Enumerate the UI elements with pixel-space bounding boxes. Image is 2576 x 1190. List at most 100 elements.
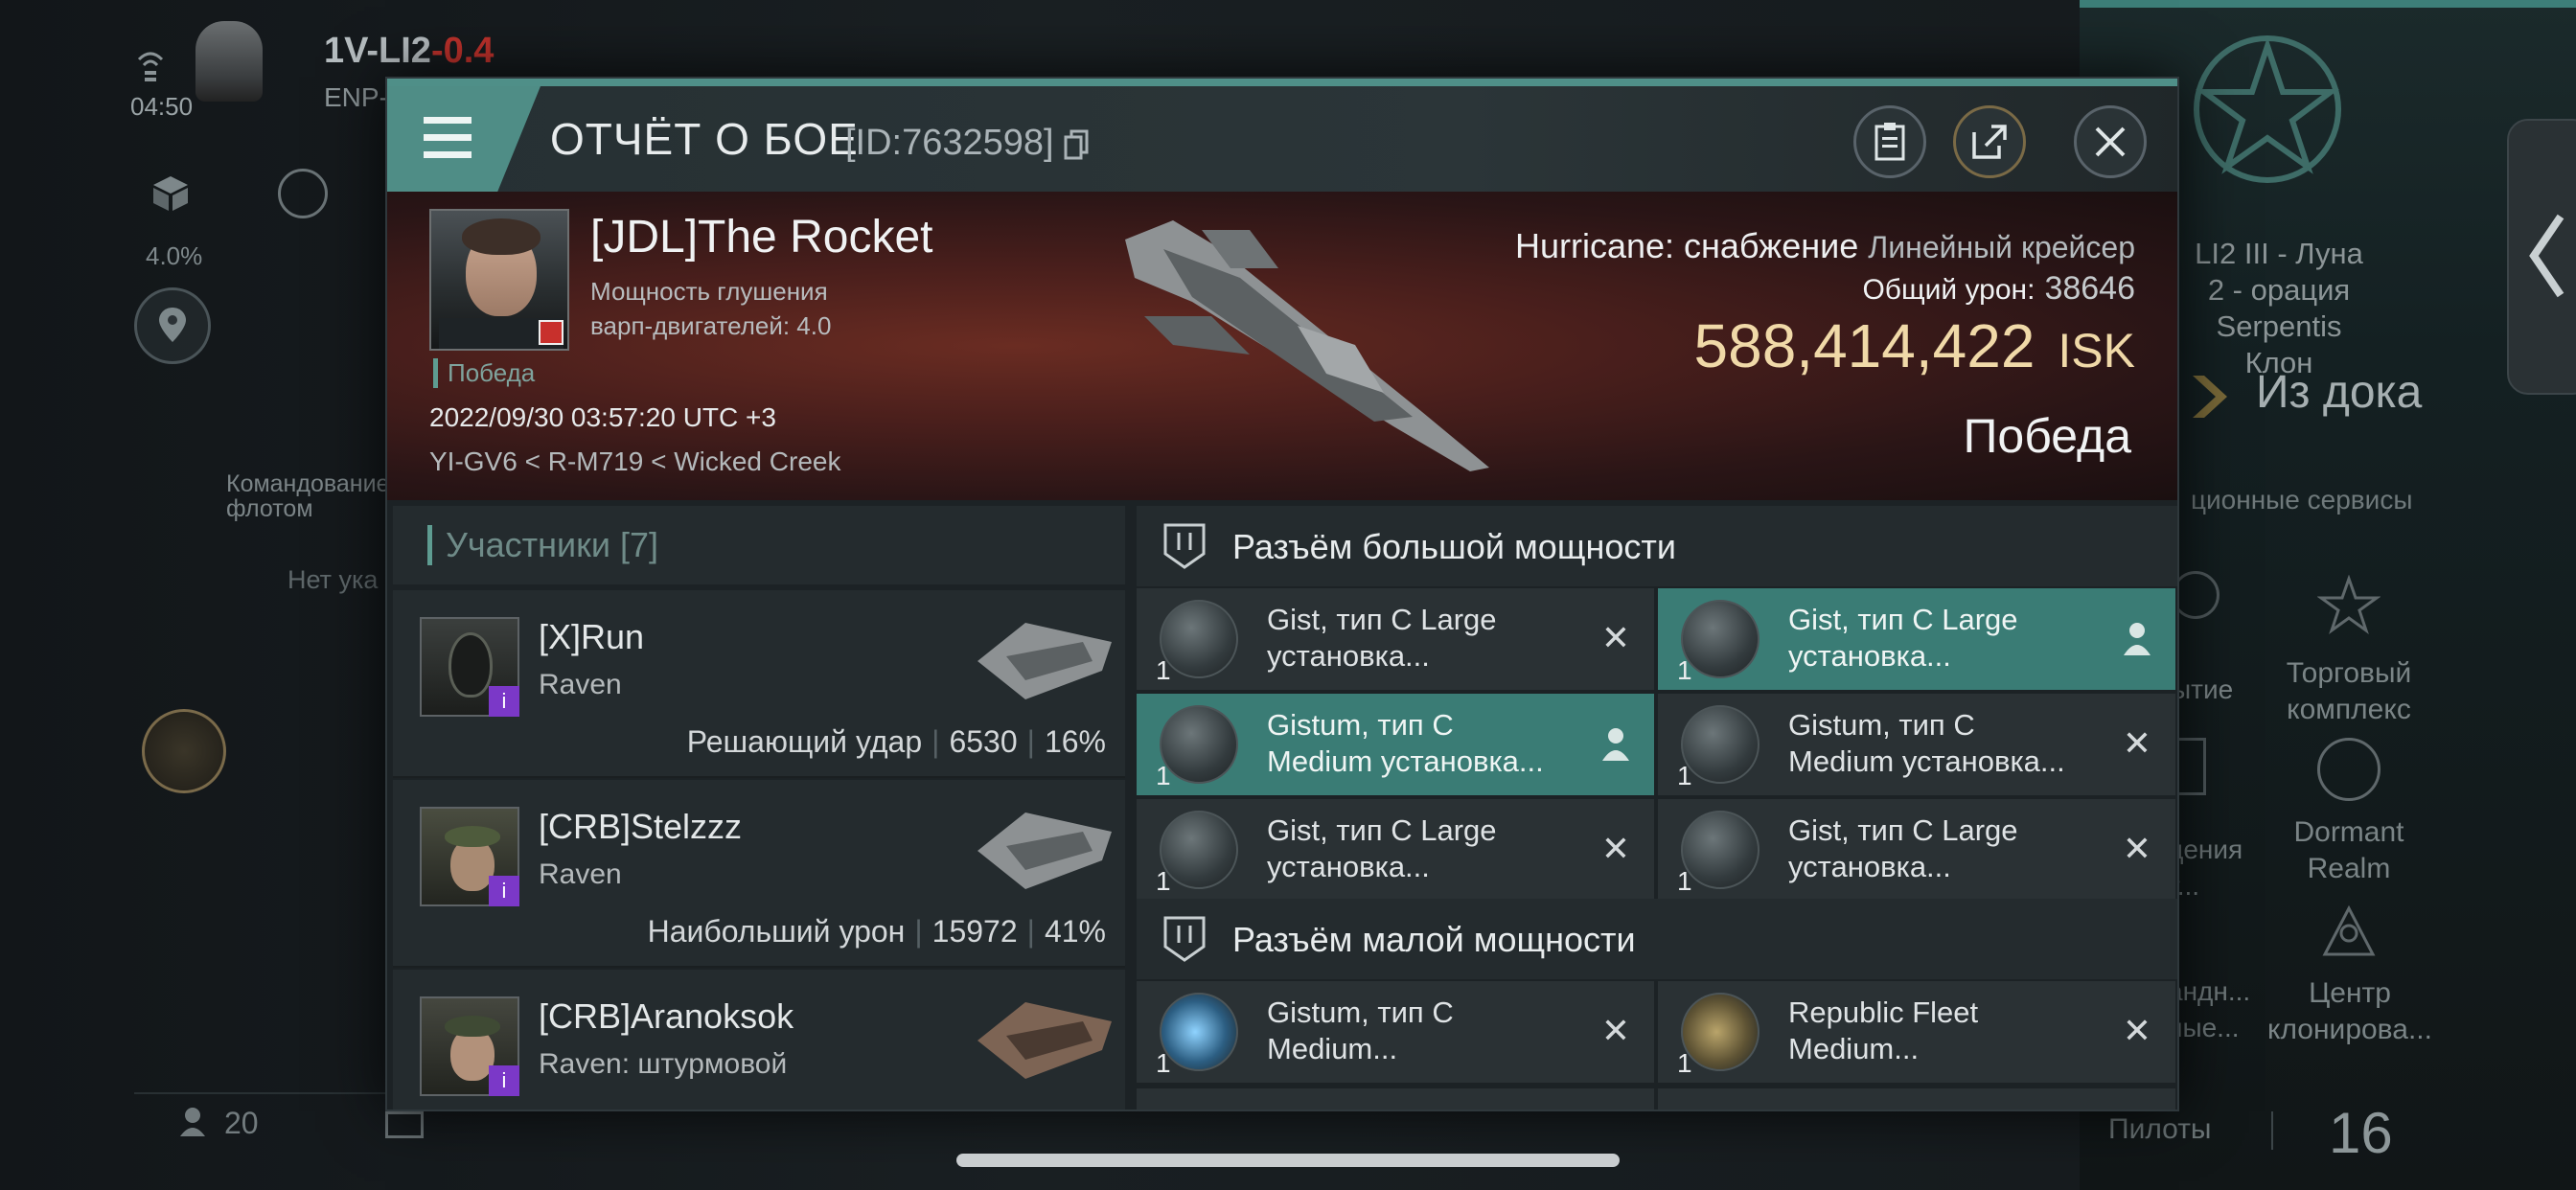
- module-name: Gistum, тип C Medium установка...: [1788, 708, 2065, 778]
- overview-icon[interactable]: [278, 169, 328, 218]
- participant-role: Решающий удар: [686, 724, 923, 759]
- menu-button[interactable]: [387, 86, 540, 192]
- victory-tag: Победа: [433, 358, 535, 388]
- station-services-label: ционные сервисы: [2191, 485, 2413, 515]
- total-damage: Общий урон: 38646: [1862, 270, 2135, 308]
- module-slot-partial[interactable]: [1658, 1088, 2175, 1110]
- participant-percent: 16%: [1044, 724, 1106, 759]
- clipboard-button[interactable]: [1853, 105, 1926, 178]
- shield-module-icon: [1160, 811, 1238, 889]
- low-slot-icon: [1163, 916, 1206, 962]
- undock-label: Из дока: [2256, 367, 2423, 418]
- module-slot[interactable]: 1 Republic Fleet Medium... ✕: [1658, 981, 2175, 1083]
- shield-module-icon: [1681, 811, 1760, 889]
- security-status: -0.4: [430, 31, 494, 71]
- module-quantity: 1: [1677, 761, 1692, 790]
- mail-icon[interactable]: [385, 1111, 424, 1138]
- system-name[interactable]: 1V-LI2-0.4: [324, 31, 494, 72]
- combat-report-dialog: ОТЧЁТ О БОЕ [ID:7632598] [JDL]The Rocket…: [385, 77, 2179, 1111]
- module-slot[interactable]: 1 Gist, тип C Large установка...: [1658, 588, 2175, 690]
- repair-module-icon: [1681, 993, 1760, 1071]
- high-slot-header: Разъём большой мощности: [1137, 506, 2177, 586]
- kill-location[interactable]: YI-GV6 < R-M719 < Wicked Creek: [429, 446, 840, 477]
- dormant-realm-icon[interactable]: [2317, 738, 2380, 801]
- region-prefix: ENP-: [324, 82, 388, 112]
- module-quantity: 1: [1677, 655, 1692, 685]
- participant-row[interactable]: i [CRB]Stelzzz Raven Наибольший урон | 159…: [393, 780, 1125, 968]
- module-quantity: 1: [1156, 761, 1171, 790]
- victim-banner: [JDL]The Rocket Мощность глушения варп-д…: [387, 192, 2177, 500]
- isk-amount: 588,414,422: [1693, 311, 2036, 380]
- hostile-badge: [539, 320, 564, 345]
- high-slot-icon: [1163, 523, 1206, 569]
- station-panel-accent: [2080, 0, 2576, 8]
- participants-header: Участники [7]: [393, 506, 1125, 584]
- capacitor-module-icon: [1160, 993, 1238, 1071]
- battle-result: Победа: [1963, 409, 2131, 463]
- victim-name[interactable]: [JDL]The Rocket: [590, 211, 932, 263]
- captain-avatar[interactable]: [196, 21, 263, 102]
- local-members-icon: [178, 1106, 207, 1138]
- undock-button[interactable]: Из дока: [2187, 364, 2474, 427]
- close-icon: [2095, 126, 2126, 157]
- module-slot[interactable]: 1 Gist, тип C Large установка... ✕: [1137, 588, 1654, 690]
- clone-center-icon[interactable]: [2317, 901, 2380, 964]
- dialog-accent-bar: [387, 79, 2177, 86]
- share-button[interactable]: [1953, 105, 2026, 178]
- close-button[interactable]: [2074, 105, 2147, 178]
- dialog-title: ОТЧЁТ О БОЕ: [550, 114, 859, 164]
- module-slot[interactable]: 1 Gist, тип C Large установка... ✕: [1137, 799, 1654, 901]
- service-label-2: Торговый комплекс: [2286, 657, 2412, 725]
- total-damage-label: Общий урон:: [1862, 274, 2036, 306]
- module-quantity: 1: [1677, 866, 1692, 896]
- destroyed-icon: ✕: [1600, 829, 1631, 868]
- module-slot[interactable]: 1 Gistum, тип C Medium установка...: [1137, 694, 1654, 795]
- participant-ship: Raven: [539, 858, 622, 890]
- pilots-count[interactable]: 16: [2329, 1100, 2393, 1166]
- module-name: Republic Fleet Medium...: [1788, 995, 1979, 1065]
- warp-jam-strength: Мощность глушения варп-двигателей: 4.0: [590, 277, 832, 340]
- module-name: Gistum, тип C Medium...: [1267, 995, 1454, 1065]
- participant-name: [CRB]Stelzzz: [539, 807, 743, 846]
- signal-icon: [136, 44, 165, 82]
- side-drawer-tab[interactable]: [2507, 119, 2576, 395]
- copy-icon[interactable]: [1064, 129, 1089, 160]
- share-icon: [1972, 125, 2007, 159]
- module-slot[interactable]: 1 Gistum, тип C Medium установка... ✕: [1658, 694, 2175, 795]
- participant-ship-image: [978, 623, 1112, 699]
- location-pin-icon: [159, 308, 186, 342]
- isk-value: 588,414,422 ISK: [1694, 310, 2136, 381]
- local-count[interactable]: 20: [224, 1106, 259, 1141]
- location-pin-button[interactable]: [134, 287, 211, 364]
- destroyed-icon: ✕: [1600, 618, 1631, 657]
- participant-percent: 41%: [1044, 914, 1106, 949]
- pilots-divider: [2271, 1111, 2273, 1150]
- destroyed-icon: ✕: [2122, 723, 2152, 763]
- station-location: LI2 III - Луна 2 - орация Serpentis Клон: [2195, 237, 2363, 379]
- module-slot[interactable]: 1 Gistum, тип C Medium... ✕: [1137, 981, 1654, 1083]
- service-label-1: ытие: [2172, 675, 2234, 704]
- ship-name-text: Hurricane: снабжение: [1514, 226, 1859, 265]
- participant-row[interactable]: i [CRB]Aranoksok Raven: штурмовой: [393, 970, 1125, 1110]
- participant-ship-image: [978, 812, 1112, 889]
- participant-row[interactable]: i [X]Run Raven Решающий удар | 6530 | 16%: [393, 590, 1125, 778]
- dialog-header: ОТЧЁТ О БОЕ [ID:7632598]: [387, 86, 2177, 192]
- home-indicator[interactable]: [956, 1154, 1620, 1167]
- ship-name[interactable]: Hurricane: снабжение Линейный крейсер: [1515, 226, 2135, 266]
- module-quantity: 1: [1677, 1048, 1692, 1078]
- undock-chevron-icon: [2193, 376, 2227, 418]
- total-damage-value: 38646: [2044, 270, 2135, 307]
- module-slot[interactable]: 1 Gist, тип C Large установка... ✕: [1658, 799, 2175, 901]
- clipboard-icon: [1874, 123, 1905, 161]
- cargo-icon[interactable]: [150, 172, 192, 215]
- victim-avatar[interactable]: [429, 209, 569, 351]
- destroyed-icon: ✕: [2122, 829, 2152, 868]
- shield-module-icon: [1681, 600, 1760, 678]
- trade-hub-icon[interactable]: [2316, 574, 2381, 638]
- report-id[interactable]: [ID:7632598]: [845, 123, 1089, 164]
- module-name: Gist, тип C Large установка...: [1788, 603, 2018, 673]
- target-button[interactable]: [142, 709, 226, 793]
- corp-badge-icon: i: [489, 686, 519, 717]
- service-label-5: андн... ные...: [2168, 976, 2251, 1042]
- module-slot-partial[interactable]: [1137, 1088, 1654, 1110]
